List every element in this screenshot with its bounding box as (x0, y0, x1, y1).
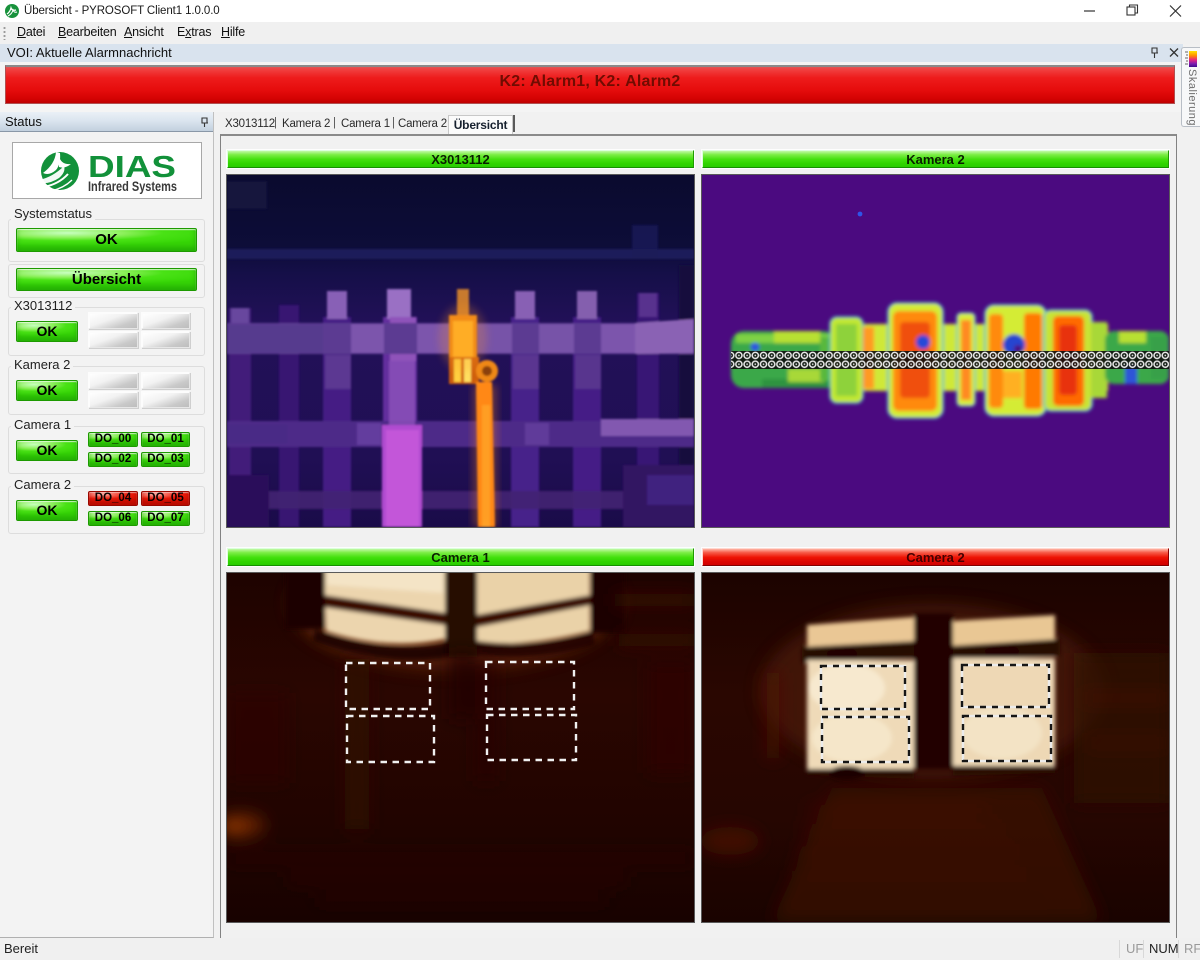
svg-text:Infrared Systems: Infrared Systems (88, 179, 177, 194)
